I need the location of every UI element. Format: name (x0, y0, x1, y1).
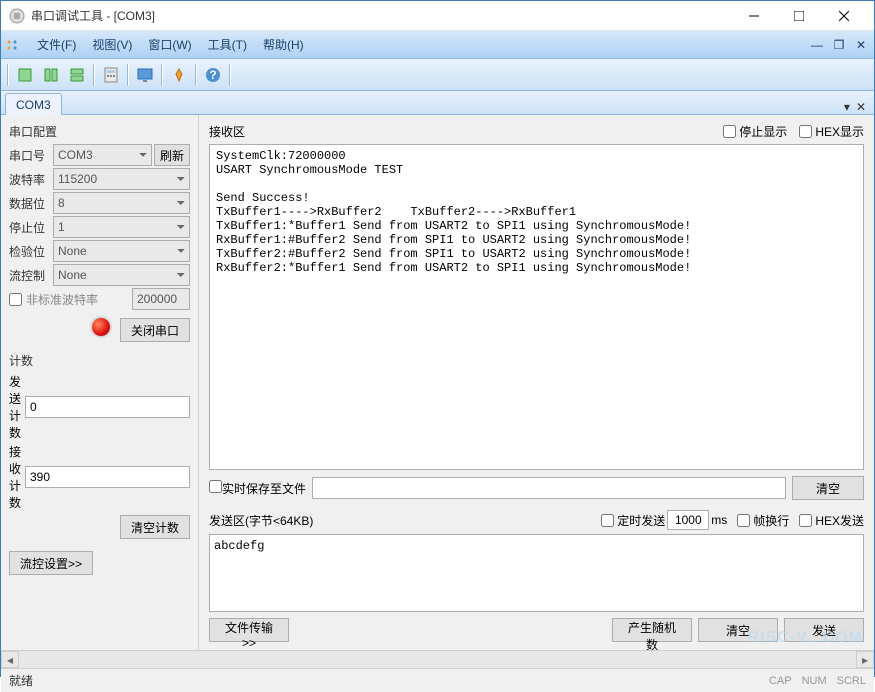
send-count-label: 发送计数 (9, 373, 25, 441)
baud-select[interactable]: 115200 (53, 168, 190, 190)
stopbits-select[interactable]: 1 (53, 216, 190, 238)
recv-clear-button[interactable]: 清空 (792, 476, 864, 500)
file-transfer-button[interactable]: 文件传输>> (209, 618, 289, 642)
parity-label: 检验位 (9, 243, 53, 260)
app-icon (9, 8, 25, 24)
frame-wrap-label[interactable]: 帧换行 (737, 512, 789, 529)
toolbar-calculator-icon[interactable] (99, 63, 123, 87)
hex-send-checkbox[interactable] (799, 514, 812, 527)
frame-wrap-checkbox[interactable] (737, 514, 750, 527)
status-ready: 就绪 (9, 672, 759, 689)
recv-count-label: 接收计数 (9, 443, 25, 511)
count-title: 计数 (9, 352, 190, 369)
send-clear-button[interactable]: 清空 (698, 618, 778, 642)
send-button[interactable]: 发送 (784, 618, 864, 642)
baud-label: 波特率 (9, 171, 53, 188)
svg-text:?: ? (209, 68, 216, 82)
timed-interval-input[interactable] (667, 510, 709, 530)
tab-com3[interactable]: COM3 (5, 93, 62, 115)
port-select[interactable]: COM3 (53, 144, 152, 166)
toolbar-help-icon[interactable]: ? (201, 63, 225, 87)
parity-select[interactable]: None (53, 240, 190, 262)
status-num: NUM (802, 675, 827, 687)
databits-select[interactable]: 8 (53, 192, 190, 214)
toolbar-monitor-icon[interactable] (133, 63, 157, 87)
timed-send-checkbox[interactable] (601, 514, 614, 527)
gen-random-button[interactable]: 产生随机数 (612, 618, 692, 642)
tab-close-icon[interactable]: ✕ (856, 100, 866, 114)
status-cap: CAP (769, 675, 792, 687)
send-textarea[interactable]: abcdefg (209, 534, 864, 612)
status-scrl: SCRL (837, 675, 866, 687)
menu-help[interactable]: 帮助(H) (255, 36, 312, 53)
tab-dropdown-icon[interactable]: ▾ (844, 100, 850, 114)
databits-label: 数据位 (9, 195, 53, 212)
scroll-right-icon[interactable]: ▸ (856, 651, 874, 668)
hex-display-checkbox[interactable] (799, 125, 812, 138)
menu-tools[interactable]: 工具(T) (200, 36, 255, 53)
save-file-path-input[interactable] (312, 477, 786, 499)
toolbar-grip-icon (5, 36, 23, 54)
child-minimize-button[interactable]: — (808, 37, 826, 53)
timed-send-label[interactable]: 定时发送 (601, 512, 665, 529)
scroll-track[interactable] (19, 651, 856, 668)
nonstd-baud-input[interactable] (132, 288, 190, 310)
flow-label: 流控制 (9, 267, 53, 284)
toolbar-btn-2[interactable] (39, 63, 63, 87)
toolbar-btn-1[interactable] (13, 63, 37, 87)
stop-display-checkbox[interactable] (723, 125, 736, 138)
clear-count-button[interactable]: 清空计数 (120, 515, 190, 539)
maximize-button[interactable] (776, 2, 821, 30)
recv-title: 接收区 (209, 123, 711, 140)
child-restore-button[interactable]: ❐ (830, 37, 848, 53)
serial-config-title: 串口配置 (9, 123, 190, 140)
inner-scrollbar[interactable]: ◂ ▸ (1, 650, 874, 668)
send-title: 发送区(字节<64KB) (209, 512, 591, 529)
stopbits-label: 停止位 (9, 219, 53, 236)
toolbar: ? (1, 59, 874, 91)
tab-row: COM3 ▾ ✕ (1, 91, 874, 115)
toolbar-pin-icon[interactable] (167, 63, 191, 87)
sidebar: 串口配置 串口号 COM3 刷新 波特率 115200 数据位 8 停止位 1 … (1, 115, 199, 650)
save-to-file-label[interactable]: 实时保存至文件 (209, 480, 306, 497)
record-indicator-icon (92, 318, 110, 336)
menu-file[interactable]: 文件(F) (29, 36, 84, 53)
menu-view[interactable]: 视图(V) (84, 36, 140, 53)
save-to-file-checkbox[interactable] (209, 480, 222, 493)
nonstd-baud-label: 非标准波特率 (26, 291, 132, 308)
flow-settings-button[interactable]: 流控设置>> (9, 551, 93, 575)
receive-textarea[interactable]: SystemClk:72000000 USART SynchromousMode… (209, 144, 864, 470)
hex-send-label[interactable]: HEX发送 (799, 512, 864, 529)
child-close-button[interactable]: ✕ (852, 37, 870, 53)
close-button[interactable] (821, 2, 866, 30)
flow-select[interactable]: None (53, 264, 190, 286)
toolbar-btn-3[interactable] (65, 63, 89, 87)
port-label: 串口号 (9, 147, 53, 164)
send-count-input[interactable] (25, 396, 190, 418)
window-title: 串口调试工具 - [COM3] (31, 7, 731, 24)
minimize-button[interactable] (731, 2, 776, 30)
menu-window[interactable]: 窗口(W) (140, 36, 199, 53)
menubar: 文件(F) 视图(V) 窗口(W) 工具(T) 帮助(H) — ❐ ✕ (1, 31, 874, 59)
stop-display-checkbox-label[interactable]: 停止显示 (723, 123, 787, 140)
workspace: 串口配置 串口号 COM3 刷新 波特率 115200 数据位 8 停止位 1 … (1, 115, 874, 650)
recv-count-input[interactable] (25, 466, 190, 488)
scroll-left-icon[interactable]: ◂ (1, 651, 19, 668)
hex-display-checkbox-label[interactable]: HEX显示 (799, 123, 864, 140)
ms-label: ms (711, 513, 727, 527)
main-area: 接收区 停止显示 HEX显示 SystemClk:72000000 USART … (199, 115, 874, 650)
close-port-button[interactable]: 关闭串口 (120, 318, 190, 342)
refresh-button[interactable]: 刷新 (154, 144, 190, 166)
titlebar: 串口调试工具 - [COM3] (1, 1, 874, 31)
nonstd-baud-checkbox[interactable] (9, 293, 22, 306)
statusbar: 就绪 CAP NUM SCRL (1, 668, 874, 692)
